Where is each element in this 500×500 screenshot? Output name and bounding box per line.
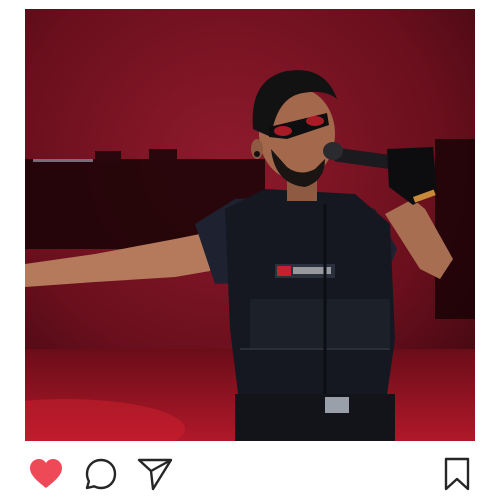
post-action-bar (25, 452, 475, 496)
post-photo[interactable] (25, 9, 475, 441)
comment-button[interactable] (83, 456, 119, 492)
like-button[interactable] (28, 456, 64, 492)
comment-icon (85, 458, 117, 490)
instagram-post (0, 0, 500, 500)
bookmark-icon (444, 457, 470, 491)
save-button[interactable] (439, 456, 475, 492)
share-button[interactable] (137, 456, 173, 492)
send-icon (137, 458, 173, 491)
heart-icon (30, 459, 62, 488)
stage-photo-illustration (25, 9, 475, 441)
